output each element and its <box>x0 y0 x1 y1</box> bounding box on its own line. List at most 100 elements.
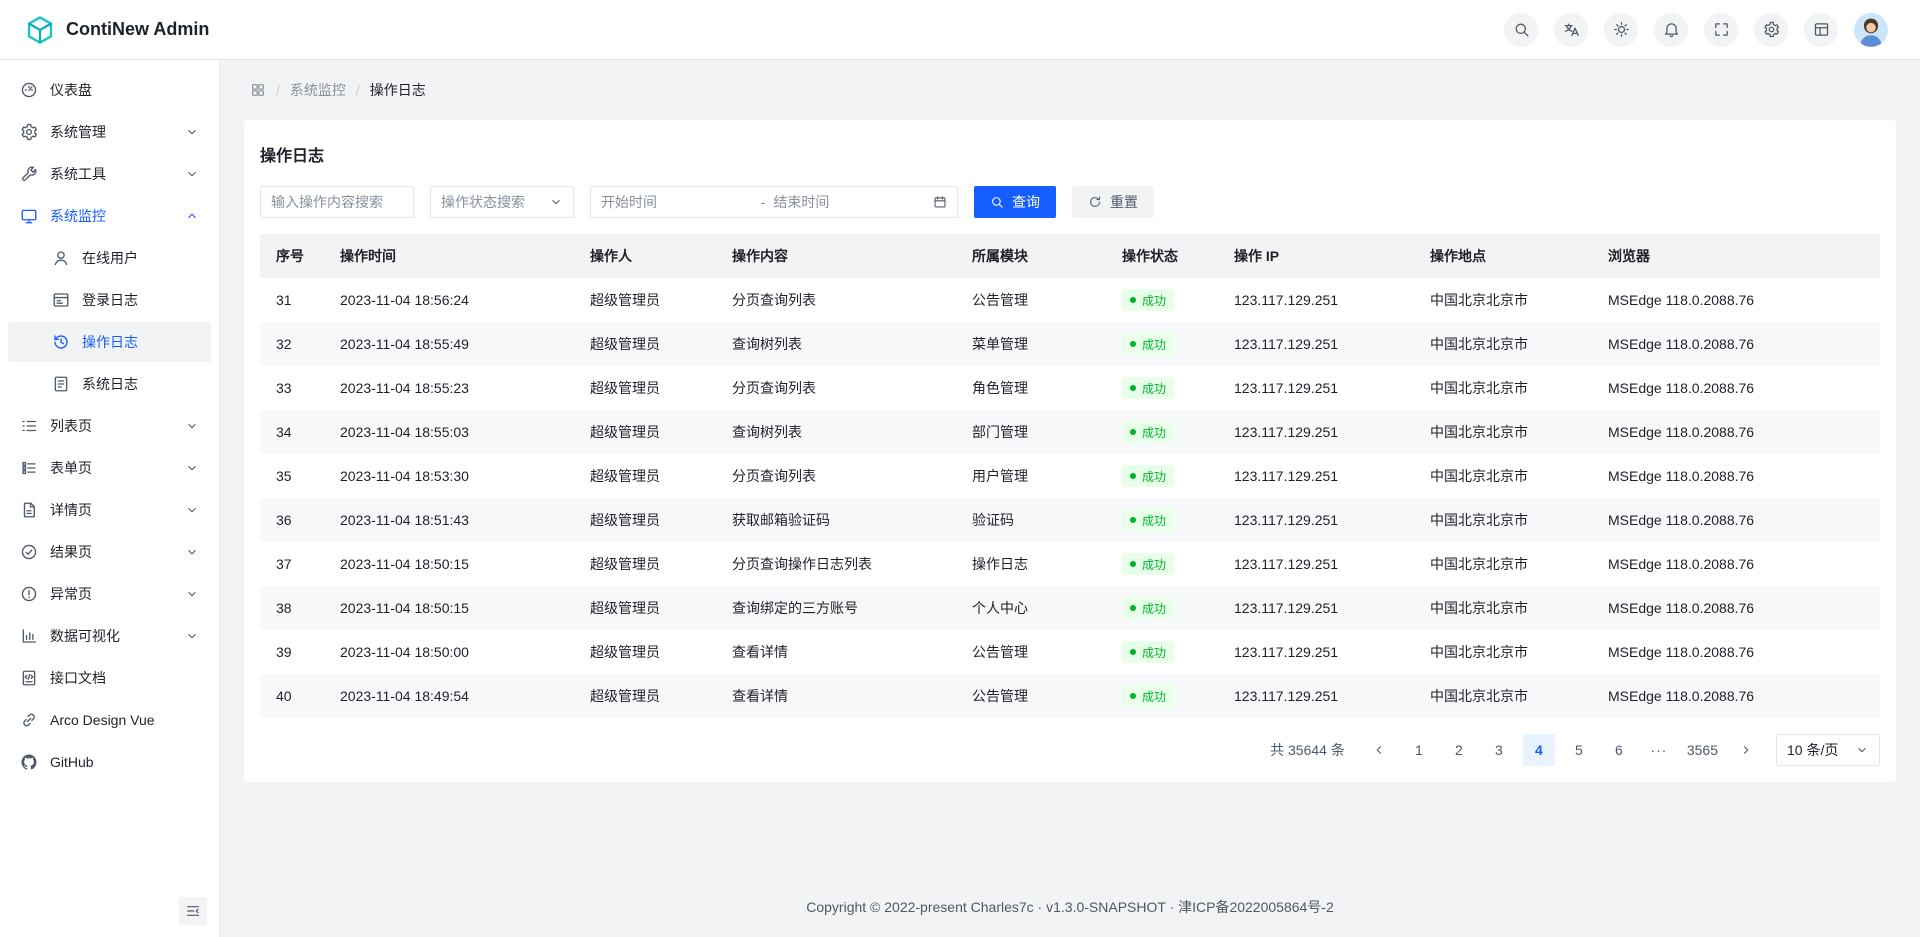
page-number-button[interactable]: 3565 <box>1683 734 1722 766</box>
sidebar-item-system-tools[interactable]: 系统工具 <box>8 154 211 194</box>
breadcrumb-list: / 系统监控 / 操作日志 <box>276 80 426 100</box>
chevron-down-icon <box>185 125 199 139</box>
page-number-button[interactable]: 6 <box>1603 734 1635 766</box>
sidebar-item-login-log[interactable]: 登录日志 <box>8 280 211 320</box>
chevron-down-icon <box>185 503 199 517</box>
header-icon-button[interactable] <box>1554 13 1588 47</box>
status-cell: 成功 <box>1106 498 1218 542</box>
reset-button[interactable]: 重置 <box>1072 186 1154 218</box>
sidebar-item-exception-pages[interactable]: 异常页 <box>8 574 211 614</box>
page-number-button[interactable]: 5 <box>1563 734 1595 766</box>
app-logo[interactable]: ContiNew Admin <box>24 14 209 46</box>
status-label: 成功 <box>1142 424 1166 441</box>
page-number-button[interactable]: 2 <box>1443 734 1475 766</box>
result-icon <box>20 543 38 561</box>
location-cell: 中国北京北京市 <box>1414 674 1592 718</box>
header-icon-button[interactable] <box>1604 13 1638 47</box>
ip-cell: 123.117.129.251 <box>1218 410 1414 454</box>
page-number-button[interactable]: 1 <box>1403 734 1435 766</box>
sidebar-item-dashboard[interactable]: 仪表盘 <box>8 70 211 110</box>
header-icon-button[interactable] <box>1504 13 1538 47</box>
content-cell: 分页查询操作日志列表 <box>716 542 956 586</box>
github-icon <box>20 753 38 771</box>
sidebar-item-system-management[interactable]: 系统管理 <box>8 112 211 152</box>
user-avatar-image <box>1854 13 1888 47</box>
status-select[interactable]: 操作状态搜索 <box>430 186 574 218</box>
column-header: 所属模块 <box>956 234 1106 278</box>
chevron-down-icon <box>185 461 199 475</box>
date-range-picker[interactable]: 开始时间 - 结束时间 <box>590 186 958 218</box>
browser-cell: MSEdge 118.0.2088.76 <box>1592 410 1880 454</box>
breadcrumb-item[interactable]: 系统监控 <box>290 80 346 100</box>
apps-icon[interactable] <box>250 82 266 98</box>
status-label: 成功 <box>1142 292 1166 309</box>
user-icon <box>52 249 70 267</box>
sidebar-item-label: 异常页 <box>50 584 92 604</box>
sidebar-item-detail-pages[interactable]: 详情页 <box>8 490 211 530</box>
header-icon-button[interactable] <box>1754 13 1788 47</box>
sidebar-item-label: 详情页 <box>50 500 92 520</box>
search-button-label: 查询 <box>1012 192 1040 212</box>
sidebar-item-label: 系统日志 <box>82 374 138 394</box>
sidebar-collapse-button[interactable] <box>179 897 207 925</box>
search-button[interactable]: 查询 <box>974 186 1056 218</box>
module-cell: 个人中心 <box>956 586 1106 630</box>
column-header: 操作状态 <box>1106 234 1218 278</box>
main-content: / 系统监控 / 操作日志 操作日志 操作状态搜索 开始 <box>220 60 1920 937</box>
time-cell: 2023-11-04 18:56:24 <box>324 278 574 322</box>
status-dot-icon <box>1130 385 1136 391</box>
header-icon-button[interactable] <box>1654 13 1688 47</box>
operator-cell: 超级管理员 <box>574 674 716 718</box>
breadcrumb-separator: / <box>356 82 360 98</box>
sidebar-item-label: 在线用户 <box>82 248 138 268</box>
sidebar-item-online-users[interactable]: 在线用户 <box>8 238 211 278</box>
page-number-button[interactable]: ··· <box>1643 734 1675 766</box>
module-cell: 菜单管理 <box>956 322 1106 366</box>
header-right <box>1504 13 1896 47</box>
sidebar-item-operation-log[interactable]: 操作日志 <box>8 322 211 362</box>
page-number-list: 1 2 3 4 5 6 ··· <box>1403 734 1722 766</box>
exception-icon <box>20 585 38 603</box>
status-cell: 成功 <box>1106 630 1218 674</box>
history-icon <box>52 333 70 351</box>
sidebar-item-api-docs[interactable]: 接口文档 <box>8 658 211 698</box>
prev-page-button[interactable] <box>1363 734 1395 766</box>
status-select-placeholder: 操作状态搜索 <box>441 192 525 212</box>
content-cell: 获取邮箱验证码 <box>716 498 956 542</box>
sidebar-item-data-visualization[interactable]: 数据可视化 <box>8 616 211 656</box>
page-number-button[interactable]: 3 <box>1483 734 1515 766</box>
sidebar-item-system-monitor[interactable]: 系统监控 <box>8 196 211 236</box>
sidebar-item-list-pages[interactable]: 列表页 <box>8 406 211 446</box>
status-label: 成功 <box>1142 600 1166 617</box>
notification-icon <box>1663 21 1680 38</box>
operation-content-input[interactable] <box>260 186 414 218</box>
sidebar-item-arco-design-vue[interactable]: Arco Design Vue <box>8 700 211 740</box>
seq-cell: 36 <box>260 498 324 542</box>
chevron-down-icon <box>185 419 199 433</box>
page-size-select[interactable]: 10 条/页 <box>1776 734 1880 766</box>
sidebar-item-result-pages[interactable]: 结果页 <box>8 532 211 572</box>
header-icon-button[interactable] <box>1804 13 1838 47</box>
status-dot-icon <box>1130 429 1136 435</box>
avatar[interactable] <box>1854 13 1888 47</box>
sidebar-item-system-log[interactable]: 系统日志 <box>8 364 211 404</box>
next-page-button[interactable] <box>1730 734 1762 766</box>
table-row: 39 2023-11-04 18:50:00 超级管理员 查看详情 公告管理 成… <box>260 630 1880 674</box>
breadcrumb-item[interactable]: 操作日志 <box>370 80 426 100</box>
browser-cell: MSEdge 118.0.2088.76 <box>1592 498 1880 542</box>
chevron-left-icon <box>1372 743 1386 757</box>
time-cell: 2023-11-04 18:55:49 <box>324 322 574 366</box>
module-cell: 部门管理 <box>956 410 1106 454</box>
sidebar-item-github[interactable]: GitHub <box>8 742 211 782</box>
ip-cell: 123.117.129.251 <box>1218 498 1414 542</box>
page-number-button[interactable]: 4 <box>1523 734 1555 766</box>
table-header: 序号 操作时间 操作人 操作内容 所属模块 操作状态 <box>260 234 1880 278</box>
table-row: 34 2023-11-04 18:55:03 超级管理员 查询树列表 部门管理 … <box>260 410 1880 454</box>
ip-cell: 123.117.129.251 <box>1218 454 1414 498</box>
sidebar-item-label: 系统监控 <box>50 206 106 226</box>
sidebar-item-form-pages[interactable]: 表单页 <box>8 448 211 488</box>
chevron-down-icon <box>185 629 199 643</box>
header-icon-button[interactable] <box>1704 13 1738 47</box>
date-range-separator: - <box>761 194 766 210</box>
location-cell: 中国北京北京市 <box>1414 366 1592 410</box>
